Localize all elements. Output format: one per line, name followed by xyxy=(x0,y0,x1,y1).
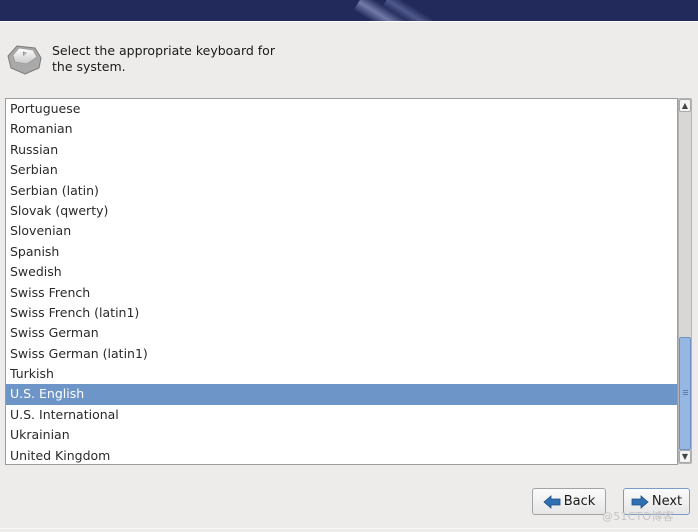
watermark: @51CTO博客 xyxy=(602,510,674,523)
top-banner xyxy=(0,0,698,21)
grip-icon xyxy=(683,390,688,391)
banner-divider xyxy=(0,21,698,22)
list-item[interactable]: United Kingdom xyxy=(6,446,677,464)
list-scrollbar[interactable]: ▲ ▼ xyxy=(678,98,692,464)
list-item[interactable]: Ukrainian xyxy=(6,425,677,445)
list-item[interactable]: Swiss German xyxy=(6,323,677,343)
list-item[interactable]: Swiss German (latin1) xyxy=(6,344,677,364)
list-item-selected[interactable]: U.S. English xyxy=(6,384,677,405)
back-button-label: Back xyxy=(563,494,596,509)
list-item[interactable]: Serbian (latin) xyxy=(6,181,677,201)
arrow-right-icon xyxy=(631,494,649,509)
next-button-label: Next xyxy=(651,494,683,509)
list-item[interactable]: Russian xyxy=(6,140,677,160)
page-prompt: Select the appropriate keyboard for the … xyxy=(52,43,275,74)
list-item[interactable]: Swiss French xyxy=(6,283,677,303)
chevron-down-icon: ▼ xyxy=(681,452,689,461)
list-item[interactable]: Serbian xyxy=(6,160,677,180)
list-item[interactable]: Romanian xyxy=(6,119,677,139)
list-item[interactable]: Swiss French (latin1) xyxy=(6,303,677,323)
scroll-down-button[interactable]: ▼ xyxy=(679,450,691,463)
arrow-left-icon xyxy=(543,494,561,509)
list-item[interactable]: Turkish xyxy=(6,364,677,384)
scrollbar-thumb[interactable] xyxy=(679,337,691,450)
list-item[interactable]: Slovak (qwerty) xyxy=(6,201,677,221)
back-button[interactable]: Back xyxy=(532,488,606,515)
list-item[interactable]: Slovenian xyxy=(6,221,677,241)
keyboard-key-icon xyxy=(7,45,42,75)
scroll-up-button[interactable]: ▲ xyxy=(679,99,691,112)
list-item[interactable]: Portuguese xyxy=(6,99,677,119)
list-item[interactable]: Swedish xyxy=(6,262,677,282)
list-item[interactable]: Spanish xyxy=(6,242,677,262)
footer-divider xyxy=(0,528,698,529)
keyboard-list[interactable]: Portuguese Romanian Russian Serbian Serbian … xyxy=(5,98,678,465)
list-item[interactable]: U.S. International xyxy=(6,405,677,425)
chevron-up-icon: ▲ xyxy=(681,101,689,110)
